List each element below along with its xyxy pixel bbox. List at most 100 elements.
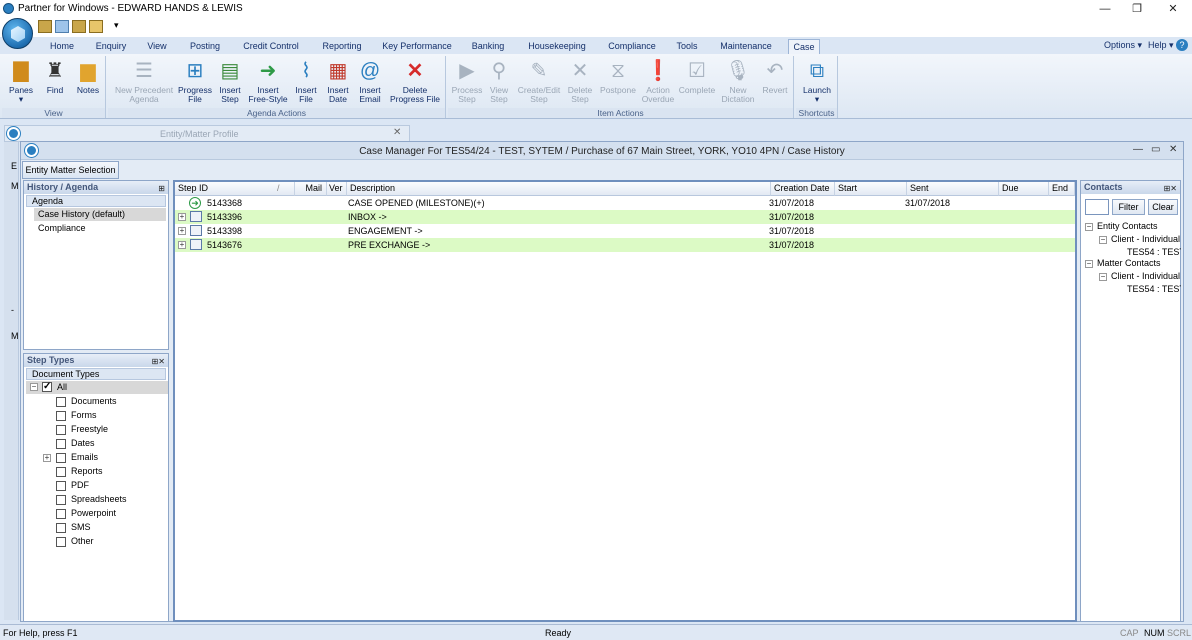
- spreadsheets-checkbox[interactable]: [56, 495, 66, 505]
- restore-button[interactable]: ❐: [1122, 2, 1152, 16]
- insert-email-button[interactable]: @ Insert Email: [354, 58, 386, 104]
- pdf-checkbox[interactable]: [56, 481, 66, 491]
- delete-progress-file-button[interactable]: ✕ Delete Progress File: [386, 58, 444, 104]
- column-header-end[interactable]: End: [1049, 182, 1075, 196]
- find-button[interactable]: ♜ Find: [40, 58, 70, 95]
- other-checkbox[interactable]: [56, 537, 66, 547]
- insert-file-button[interactable]: ⌇ Insert File: [290, 58, 322, 104]
- application-orb[interactable]: [2, 18, 33, 49]
- minimize-button[interactable]: —: [1090, 2, 1120, 16]
- window-icon[interactable]: [55, 20, 69, 33]
- step-type-row[interactable]: Reports: [26, 465, 168, 478]
- pin-close-icon[interactable]: ⊞✕: [152, 355, 165, 368]
- step-type-row[interactable]: Spreadsheets: [26, 493, 168, 506]
- documents-checkbox[interactable]: [56, 397, 66, 407]
- insert-free-style-button[interactable]: ➜ Insert Free-Style: [246, 58, 290, 104]
- column-header-mail[interactable]: Mail: [295, 182, 327, 196]
- step-type-row[interactable]: + Emails: [26, 451, 168, 464]
- clear-button[interactable]: Clear: [1148, 199, 1178, 215]
- collapse-icon[interactable]: −: [1099, 273, 1107, 281]
- table-row[interactable]: + 5143398 ENGAGEMENT -> 31/07/2018: [175, 224, 1075, 238]
- create-edit-step-button[interactable]: ✎ Create/Edit Step: [514, 58, 564, 104]
- step-type-row[interactable]: Freestyle: [26, 423, 168, 436]
- table-row[interactable]: + 5143676 PRE EXCHANGE -> 31/07/2018: [175, 238, 1075, 252]
- tab-posting[interactable]: Posting: [182, 39, 228, 54]
- complete-button[interactable]: ☑ Complete: [676, 58, 718, 95]
- contact-tree-node[interactable]: − Client - Individual: [1085, 233, 1181, 246]
- view-step-button[interactable]: ⚲ View Step: [484, 58, 514, 104]
- revert-button[interactable]: ↶ Revert: [758, 58, 792, 95]
- insert-step-button[interactable]: ▤ Insert Step: [214, 58, 246, 104]
- tab-case[interactable]: Case: [788, 39, 820, 54]
- collapse-icon[interactable]: −: [30, 383, 38, 391]
- contact-search-input[interactable]: [1085, 199, 1109, 215]
- contact-tree-node[interactable]: − Client - Individual: [1085, 270, 1181, 283]
- dates-checkbox[interactable]: [56, 439, 66, 449]
- tab-tools[interactable]: Tools: [670, 39, 704, 54]
- collapse-icon[interactable]: −: [1099, 236, 1107, 244]
- step-type-row[interactable]: Dates: [26, 437, 168, 450]
- collapse-icon[interactable]: −: [1085, 223, 1093, 231]
- case-minimize-button[interactable]: —: [1133, 144, 1143, 155]
- step-type-row[interactable]: Powerpoint: [26, 507, 168, 520]
- filter-button[interactable]: Filter: [1112, 199, 1145, 215]
- column-header-creation-date[interactable]: Creation Date: [771, 182, 835, 196]
- panes-button[interactable]: ▇ Panes ▾: [5, 58, 37, 104]
- expand-icon[interactable]: +: [178, 227, 186, 235]
- people-icon[interactable]: [38, 20, 52, 33]
- qat-dropdown-icon[interactable]: ▾: [114, 20, 119, 31]
- new-precedent-agenda-button[interactable]: ☰ New Precedent Agenda: [112, 58, 176, 104]
- all-checkbox[interactable]: [42, 380, 52, 393]
- sms-checkbox[interactable]: [56, 523, 66, 533]
- collapse-icon[interactable]: −: [1085, 260, 1093, 268]
- contact-tree-node[interactable]: − Matter Contacts: [1085, 257, 1181, 270]
- close-button[interactable]: ✕: [1158, 2, 1188, 16]
- tab-view[interactable]: View: [140, 39, 174, 54]
- tab-reporting[interactable]: Reporting: [314, 39, 370, 54]
- new-dictation-button[interactable]: 🎙 New Dictation: [718, 58, 758, 104]
- column-header-start[interactable]: Start: [835, 182, 907, 196]
- freestyle-checkbox[interactable]: [56, 425, 66, 435]
- tab-housekeeping[interactable]: Housekeeping: [520, 39, 594, 54]
- tab-home[interactable]: Home: [42, 39, 82, 54]
- tab-maintenance[interactable]: Maintenance: [712, 39, 780, 54]
- progress-file-button[interactable]: ⊞ Progress File: [176, 58, 214, 104]
- contact-tree-node[interactable]: TES54 : TEST: [1085, 283, 1181, 296]
- powerpoint-checkbox[interactable]: [56, 509, 66, 519]
- step-type-row[interactable]: PDF: [26, 479, 168, 492]
- step-type-row[interactable]: Documents: [26, 395, 168, 408]
- step-type-row[interactable]: Forms: [26, 409, 168, 422]
- expand-icon[interactable]: +: [178, 241, 186, 249]
- step-type-row[interactable]: SMS: [26, 521, 168, 534]
- column-header-step-id[interactable]: Step ID /: [175, 182, 295, 196]
- tab-credit-control[interactable]: Credit Control: [236, 39, 306, 54]
- table-row[interactable]: ➜ 5143368 CASE OPENED (MILESTONE)(+) 31/…: [175, 196, 1075, 210]
- entity-matter-selection-button[interactable]: Entity Matter Selection: [22, 161, 119, 179]
- help-icon[interactable]: ?: [1176, 39, 1188, 51]
- column-header-due[interactable]: Due: [999, 182, 1049, 196]
- tab-compliance[interactable]: Compliance: [602, 39, 662, 54]
- action-overdue-button[interactable]: ❗ Action Overdue: [640, 58, 676, 104]
- insert-date-button[interactable]: ▦ Insert Date: [322, 58, 354, 104]
- pin-close-icon[interactable]: ⊞✕: [1164, 182, 1177, 195]
- expand-icon[interactable]: +: [43, 454, 51, 462]
- column-header-sent[interactable]: Sent: [907, 182, 999, 196]
- delete-step-button[interactable]: ✕ Delete Step: [564, 58, 596, 104]
- tab-enquiry[interactable]: Enquiry: [88, 39, 134, 54]
- background-window-close[interactable]: ✕: [393, 127, 401, 138]
- step-type-row[interactable]: Other: [26, 535, 168, 548]
- tab-key-performance[interactable]: Key Performance: [378, 39, 456, 54]
- pin-icon[interactable]: ⊞: [158, 182, 165, 195]
- reports-checkbox[interactable]: [56, 467, 66, 477]
- notes-button[interactable]: ▆ Notes: [72, 58, 104, 95]
- table-row[interactable]: + 5143396 INBOX -> 31/07/2018: [175, 210, 1075, 224]
- postpone-button[interactable]: ⧖ Postpone: [596, 58, 640, 95]
- options-menu[interactable]: Options ▾: [1104, 40, 1142, 51]
- launch-button[interactable]: ⧉ Launch ▾: [798, 58, 836, 104]
- emails-checkbox[interactable]: [56, 453, 66, 463]
- folder-icon[interactable]: [72, 20, 86, 33]
- column-header-description[interactable]: Description: [347, 182, 771, 196]
- mail-icon[interactable]: [89, 20, 103, 33]
- column-header-ver[interactable]: Ver: [327, 182, 347, 196]
- step-type-all-row[interactable]: − All: [26, 380, 168, 394]
